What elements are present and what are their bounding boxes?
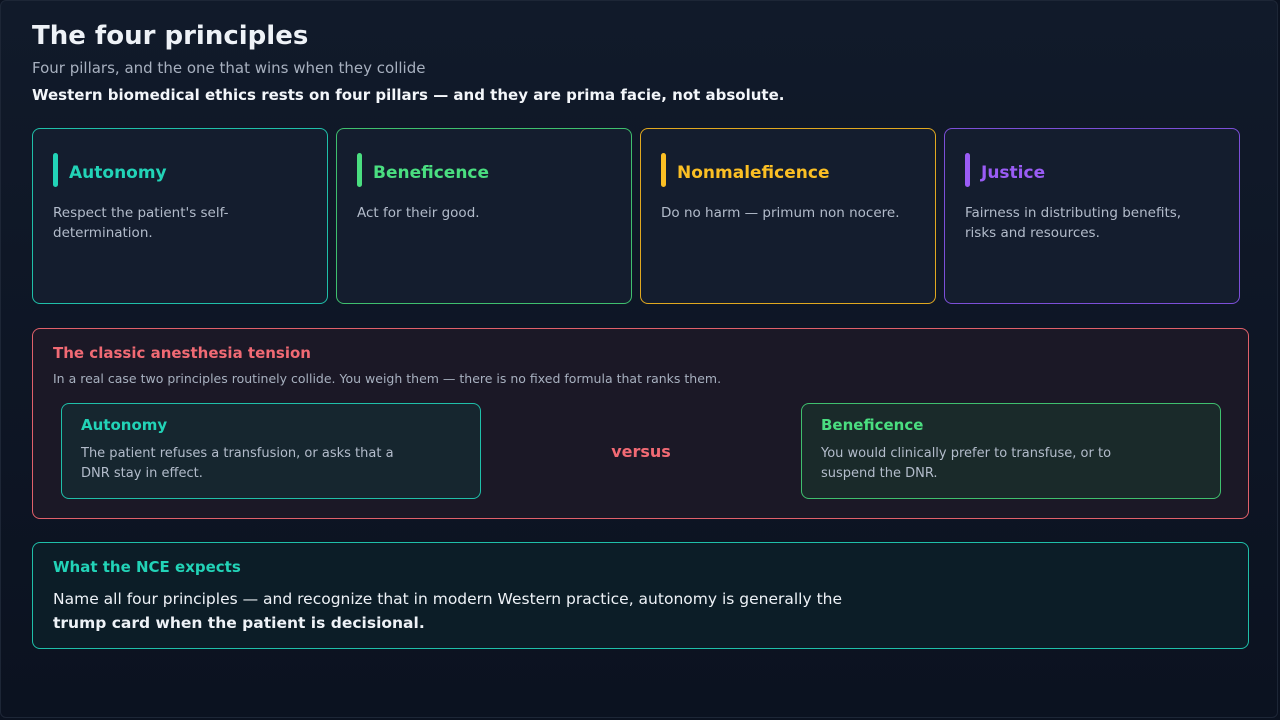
- tension-right-description: You would clinically prefer to transfuse…: [821, 446, 1112, 481]
- principle-card-autonomy: Autonomy Respect the patient's self-dete…: [32, 128, 328, 304]
- nce-heading: What the NCE expects: [53, 558, 241, 576]
- accent-bar: [357, 153, 362, 187]
- tension-left-box: Autonomy The patient refuses a transfusi…: [61, 403, 481, 499]
- principle-name: Beneficence: [373, 163, 490, 183]
- principle-description: Fairness in distributing benefits, risks…: [965, 205, 1182, 241]
- tension-panel: The classic anesthesia tension In a real…: [32, 328, 1249, 519]
- accent-bar: [53, 153, 58, 187]
- nce-body: Name all four principles — and recognize…: [53, 587, 853, 635]
- nce-body-emphasis: trump card when the patient is decisiona…: [53, 614, 425, 632]
- slide: The four principles Four pillars, and th…: [0, 0, 1278, 718]
- accent-bar: [661, 153, 666, 187]
- principle-description: Act for their good.: [357, 205, 480, 221]
- principle-name: Autonomy: [69, 163, 167, 183]
- principle-description: Respect the patient's self-determination…: [53, 205, 229, 241]
- principle-name: Justice: [981, 163, 1046, 183]
- versus-label: versus: [611, 442, 671, 461]
- principle-description: Do no harm — primum non nocere.: [661, 205, 900, 221]
- principle-card-nonmaleficence: Nonmaleficence Do no harm — primum non n…: [640, 128, 936, 304]
- lead-statement: Western biomedical ethics rests on four …: [32, 86, 785, 104]
- principle-name: Nonmaleficence: [677, 163, 830, 183]
- accent-bar: [965, 153, 970, 187]
- tension-right-box: Beneficence You would clinically prefer …: [801, 403, 1221, 499]
- tension-subtext: In a real case two principles routinely …: [53, 371, 722, 386]
- nce-panel: What the NCE expects Name all four princ…: [32, 542, 1249, 649]
- principle-card-justice: Justice Fairness in distributing benefit…: [944, 128, 1240, 304]
- tension-left-description: The patient refuses a transfusion, or as…: [81, 446, 394, 481]
- tension-left-name: Autonomy: [81, 416, 168, 434]
- page-title: The four principles: [32, 21, 309, 51]
- tension-heading: The classic anesthesia tension: [53, 344, 311, 362]
- nce-body-text: Name all four principles — and recognize…: [53, 590, 843, 608]
- page-subtitle: Four pillars, and the one that wins when…: [32, 59, 426, 77]
- tension-right-name: Beneficence: [821, 416, 924, 434]
- principle-card-beneficence: Beneficence Act for their good.: [336, 128, 632, 304]
